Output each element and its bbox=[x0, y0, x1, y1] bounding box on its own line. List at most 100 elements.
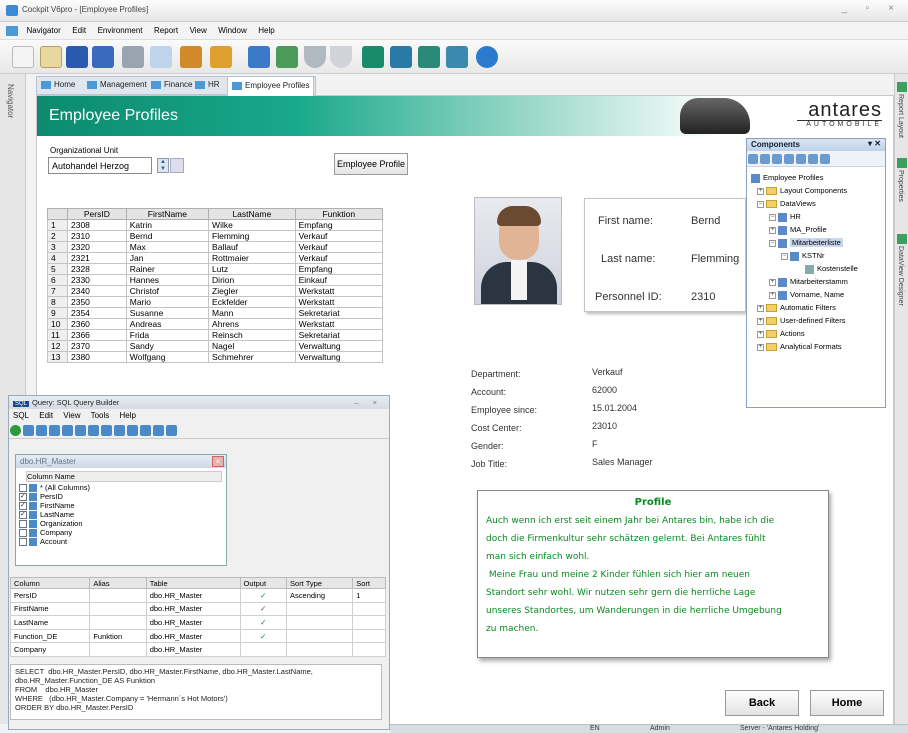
print-preview-icon[interactable] bbox=[150, 46, 172, 68]
tree-ma-profile[interactable]: + MA_Profile bbox=[769, 225, 827, 235]
grid-col-header[interactable]: Alias bbox=[89, 577, 147, 589]
expand-icon[interactable]: + bbox=[757, 317, 764, 325]
org-unit-picker-icon[interactable] bbox=[170, 158, 184, 173]
table-row[interactable]: 9 2354 Susanne Mann Sekretariat bbox=[47, 307, 384, 319]
verify-icon[interactable] bbox=[114, 425, 125, 436]
save-icon[interactable] bbox=[66, 46, 88, 68]
grid-cell[interactable]: dbo.HR_Master bbox=[145, 615, 241, 630]
package-icon[interactable] bbox=[180, 46, 202, 68]
menu-navigator[interactable]: Navigator bbox=[27, 26, 61, 35]
output-checkbox[interactable] bbox=[239, 642, 288, 657]
table-row[interactable]: 4 2321 Jan Rottmaier Verkauf bbox=[47, 252, 384, 264]
table-row[interactable]: 1 2308 Katrin Wilke Empfang bbox=[47, 219, 384, 231]
tree-hr[interactable]: − HR bbox=[769, 212, 801, 222]
employee-col-header[interactable]: FirstName bbox=[125, 208, 210, 220]
column-checkbox[interactable] bbox=[19, 529, 27, 538]
column-checkbox[interactable] bbox=[19, 484, 27, 493]
grid-cell[interactable]: LastName bbox=[9, 615, 91, 630]
grid-row[interactable]: PersID dbo.HR_Master ✓ Ascending 1 bbox=[9, 588, 386, 603]
execute-icon[interactable] bbox=[10, 425, 21, 436]
properties-icon[interactable] bbox=[140, 425, 151, 436]
column-checkbox[interactable] bbox=[19, 520, 27, 529]
grid-cell[interactable] bbox=[286, 642, 354, 657]
menu-view[interactable]: View bbox=[190, 26, 207, 35]
grid-cell[interactable] bbox=[352, 615, 386, 630]
grid-row[interactable]: LastName dbo.HR_Master ✓ bbox=[9, 615, 386, 630]
tab-home[interactable]: Home bbox=[41, 80, 75, 89]
tree-layout-components[interactable]: + Layout Components bbox=[757, 186, 847, 196]
org-unit-field[interactable]: Autohandel Herzog bbox=[48, 157, 152, 174]
table-row[interactable]: 3 2320 Max Ballauf Verkauf bbox=[47, 241, 384, 253]
collapse-icon[interactable]: − bbox=[781, 252, 788, 260]
filter-off-icon[interactable] bbox=[330, 46, 352, 68]
expand-icon[interactable]: + bbox=[769, 226, 776, 234]
grid-cell[interactable]: PersID bbox=[9, 588, 91, 603]
output-checkbox[interactable]: ✓ bbox=[239, 615, 288, 630]
grid-cell[interactable] bbox=[286, 628, 354, 644]
grid-cell[interactable] bbox=[89, 615, 147, 630]
column-checkbox[interactable]: ✓ bbox=[19, 502, 27, 511]
tree-automatic-filters[interactable]: + Automatic Filters bbox=[757, 303, 836, 313]
tree-analytical-formats[interactable]: + Analytical Formats bbox=[757, 342, 842, 352]
column-item[interactable]: Company bbox=[19, 528, 72, 538]
sql-text-editor[interactable]: SELECT dbo.HR_Master.PersID, dbo.HR_Mast… bbox=[10, 664, 382, 720]
component-filter-icon[interactable] bbox=[760, 154, 770, 164]
grid-col-header[interactable]: Sort bbox=[352, 577, 386, 589]
collapse-icon[interactable]: − bbox=[769, 213, 776, 221]
table-row[interactable]: 7 2340 Christof Ziegler Werkstatt bbox=[47, 285, 384, 297]
new-icon[interactable] bbox=[12, 46, 34, 68]
grid-cell[interactable] bbox=[352, 628, 386, 644]
grid-cell[interactable]: dbo.HR_Master bbox=[145, 601, 241, 617]
tree-user-defined-filters[interactable]: + User-defined Filters bbox=[757, 316, 845, 326]
component-group-icon[interactable] bbox=[772, 154, 782, 164]
output-checkbox[interactable]: ✓ bbox=[239, 628, 288, 644]
grid-cell[interactable] bbox=[286, 601, 354, 617]
dock-properties[interactable]: Properties bbox=[897, 170, 904, 202]
save-all-icon[interactable] bbox=[92, 46, 114, 68]
grid-cell[interactable]: Function_DE bbox=[9, 628, 91, 644]
menu-window[interactable]: Window bbox=[218, 26, 246, 35]
employee-col-header[interactable]: Funktion bbox=[294, 208, 384, 220]
design-icon[interactable] bbox=[248, 46, 270, 68]
tree-employee-profiles[interactable]: Employee Profiles bbox=[751, 173, 823, 183]
collapse-icon[interactable]: − bbox=[757, 200, 764, 208]
table-row[interactable]: 12 2370 Sandy Nagel Verwaltung bbox=[47, 340, 384, 352]
sort-icon[interactable] bbox=[127, 425, 138, 436]
window-controls[interactable]: _ ▫ × bbox=[841, 3, 902, 14]
sql-menu-sql[interactable]: SQL bbox=[13, 411, 29, 420]
grid-cell[interactable]: dbo.HR_Master bbox=[145, 642, 241, 657]
column-item[interactable]: Account bbox=[19, 537, 67, 547]
table-row[interactable]: 10 2360 Andreas Ahrens Werkstatt bbox=[47, 318, 384, 330]
grid-col-header[interactable]: Table bbox=[145, 577, 241, 589]
grid-pane-icon[interactable] bbox=[36, 425, 47, 436]
table-row[interactable]: 2 2310 Bernd Flemming Verkauf bbox=[47, 230, 384, 242]
tree-mitarbeiterliste[interactable]: − Mitarbeiterliste bbox=[769, 238, 843, 248]
sql-window-controls[interactable]: – × bbox=[354, 398, 383, 407]
filter-icon[interactable] bbox=[153, 425, 164, 436]
join-icon[interactable] bbox=[101, 425, 112, 436]
refresh-data-icon[interactable] bbox=[276, 46, 298, 68]
expand-icon[interactable]: + bbox=[757, 187, 764, 195]
grid-cell[interactable]: 1 bbox=[352, 588, 386, 603]
column-item[interactable]: Organization bbox=[19, 519, 83, 529]
chart-icon[interactable] bbox=[362, 46, 384, 68]
grid-cell[interactable] bbox=[89, 601, 147, 617]
pivot-icon[interactable] bbox=[418, 46, 440, 68]
grid-cell[interactable]: Funktion bbox=[89, 628, 147, 644]
column-checkbox[interactable]: ✓ bbox=[19, 511, 27, 520]
diagram-pane-icon[interactable] bbox=[23, 425, 34, 436]
expand-icon[interactable]: + bbox=[769, 278, 776, 286]
tab-employee-profiles[interactable]: Employee Profiles bbox=[227, 76, 315, 96]
tab-hr[interactable]: HR bbox=[195, 80, 220, 89]
sql-menu-edit[interactable]: Edit bbox=[39, 411, 53, 420]
grid-col-header[interactable]: Sort Type bbox=[286, 577, 354, 589]
table-row[interactable]: 8 2350 Mario Eckfelder Werkstatt bbox=[47, 296, 384, 308]
employee-col-header[interactable] bbox=[47, 208, 68, 220]
table-diagram-hr-master[interactable]: dbo.HR_Master × Column Name * (All Colum… bbox=[15, 454, 227, 566]
menu-edit[interactable]: Edit bbox=[72, 26, 86, 35]
expand-icon[interactable]: + bbox=[757, 330, 764, 338]
grid-row[interactable]: Function_DE Funktion dbo.HR_Master ✓ bbox=[9, 628, 386, 644]
tree-actions[interactable]: + Actions bbox=[757, 329, 805, 339]
component-info-icon[interactable] bbox=[820, 154, 830, 164]
report-layout-icon[interactable] bbox=[897, 82, 907, 92]
